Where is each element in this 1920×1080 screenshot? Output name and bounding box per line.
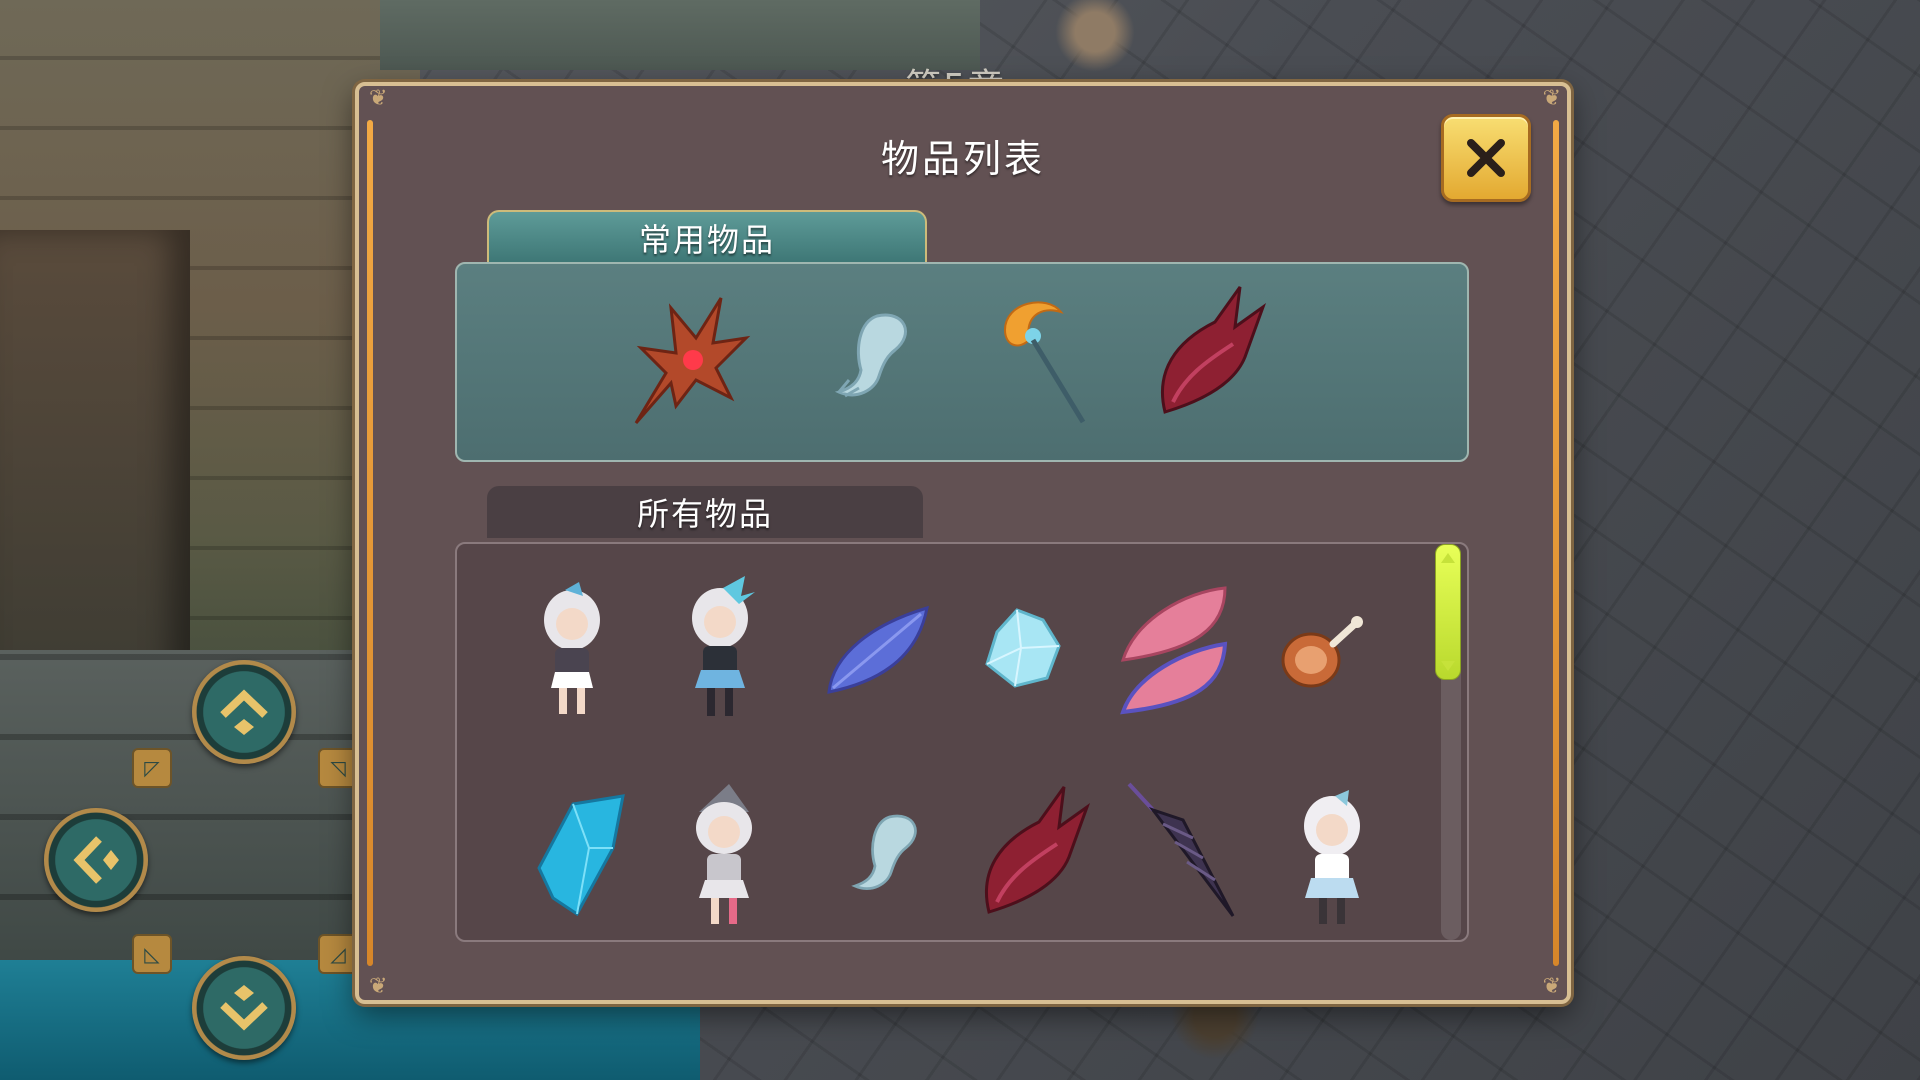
- all-items-panel: [455, 542, 1469, 942]
- character-icon: [692, 576, 755, 716]
- item-crimson-helmet[interactable]: [969, 782, 1099, 922]
- item-moon-staff[interactable]: [975, 290, 1105, 430]
- frame-rail-left: [367, 120, 373, 966]
- corner-arrow-icon: ◸: [144, 756, 160, 780]
- ornament-icon: ❦: [1542, 974, 1561, 999]
- item-crimson-helmet[interactable]: [1145, 282, 1275, 422]
- ghost-icon: [851, 814, 917, 890]
- item-dark-drill-spear[interactable]: [1123, 780, 1253, 920]
- helmet-icon: [1160, 286, 1267, 414]
- item-ice-crystal[interactable]: [977, 602, 1107, 742]
- dpad-diagonal-down-right-button[interactable]: ◿: [318, 934, 358, 974]
- item-list-dialog: ❦ ❦ ❦ ❦ 物品列表 常用物品 所有物品: [355, 82, 1571, 1004]
- scrollbar-thumb[interactable]: [1435, 544, 1461, 680]
- character-icon: [696, 784, 752, 924]
- dpad-diagonal-up-right-button[interactable]: ◹: [318, 748, 358, 788]
- corner-arrow-icon: ◹: [330, 756, 346, 780]
- chevron-up-icon: [220, 689, 268, 735]
- item-blue-feather[interactable]: [823, 594, 953, 734]
- item-chibi-witch[interactable]: [679, 782, 809, 924]
- item-pale-blue-ghost[interactable]: [817, 304, 947, 444]
- upper-wall: [380, 0, 980, 70]
- item-pale-blue-ghost[interactable]: [835, 806, 965, 940]
- chevron-left-icon: [73, 836, 119, 884]
- frame-rail-right: [1553, 120, 1559, 966]
- item-chibi-girl-blue-bow[interactable]: [675, 574, 805, 716]
- character-icon: [1304, 790, 1360, 924]
- ghost-icon: [834, 313, 907, 398]
- dpad-diagonal-up-left-button[interactable]: ◸: [132, 748, 172, 788]
- chevron-down-icon: [220, 985, 268, 1031]
- feather-icon: [1120, 586, 1228, 715]
- character-icon: [544, 582, 600, 714]
- item-pink-feather[interactable]: [1115, 580, 1245, 720]
- corner-arrow-icon: ◺: [144, 942, 160, 966]
- item-chibi-girl-gray[interactable]: [527, 580, 657, 720]
- crystal-icon: [985, 608, 1061, 688]
- dpad-up-button[interactable]: [192, 660, 296, 764]
- dpad-left-button[interactable]: [44, 808, 148, 912]
- dialog-title: 物品列表: [880, 137, 1045, 181]
- tab-label: 常用物品: [638, 221, 775, 259]
- tab-common-items[interactable]: 常用物品: [487, 210, 927, 264]
- feather-icon: [827, 605, 929, 694]
- close-x-icon: [1467, 139, 1505, 177]
- scroll-down-arrow-icon: [1441, 661, 1455, 671]
- ornament-icon: ❦: [369, 974, 388, 999]
- item-roast-meat[interactable]: [1277, 610, 1407, 750]
- item-blue-crystal-shard[interactable]: [533, 788, 663, 928]
- ornament-icon: ❦: [1542, 86, 1561, 111]
- corner-arrow-icon: ◿: [330, 942, 346, 966]
- meat-icon: [1281, 616, 1363, 688]
- dragon-icon: [634, 297, 751, 424]
- common-items-panel: [455, 262, 1469, 462]
- ornament-icon: ❦: [369, 86, 388, 111]
- dpad-diagonal-down-left-button[interactable]: ◺: [132, 934, 172, 974]
- item-chibi-girl-white-dress[interactable]: [1287, 782, 1417, 924]
- item-red-dragon-figure[interactable]: [621, 288, 751, 428]
- scroll-up-arrow-icon: [1441, 553, 1455, 563]
- tab-all-items[interactable]: 所有物品: [487, 486, 923, 538]
- tab-label: 所有物品: [636, 495, 773, 533]
- shard-icon: [537, 794, 625, 917]
- npc-character-top: [1050, 0, 1140, 80]
- spear-icon: [1127, 782, 1235, 917]
- stone-steps: [0, 650, 360, 980]
- helmet-icon: [984, 786, 1091, 914]
- dpad-down-button[interactable]: [192, 956, 296, 1060]
- close-button[interactable]: [1441, 114, 1531, 202]
- staff-icon: [1003, 301, 1086, 424]
